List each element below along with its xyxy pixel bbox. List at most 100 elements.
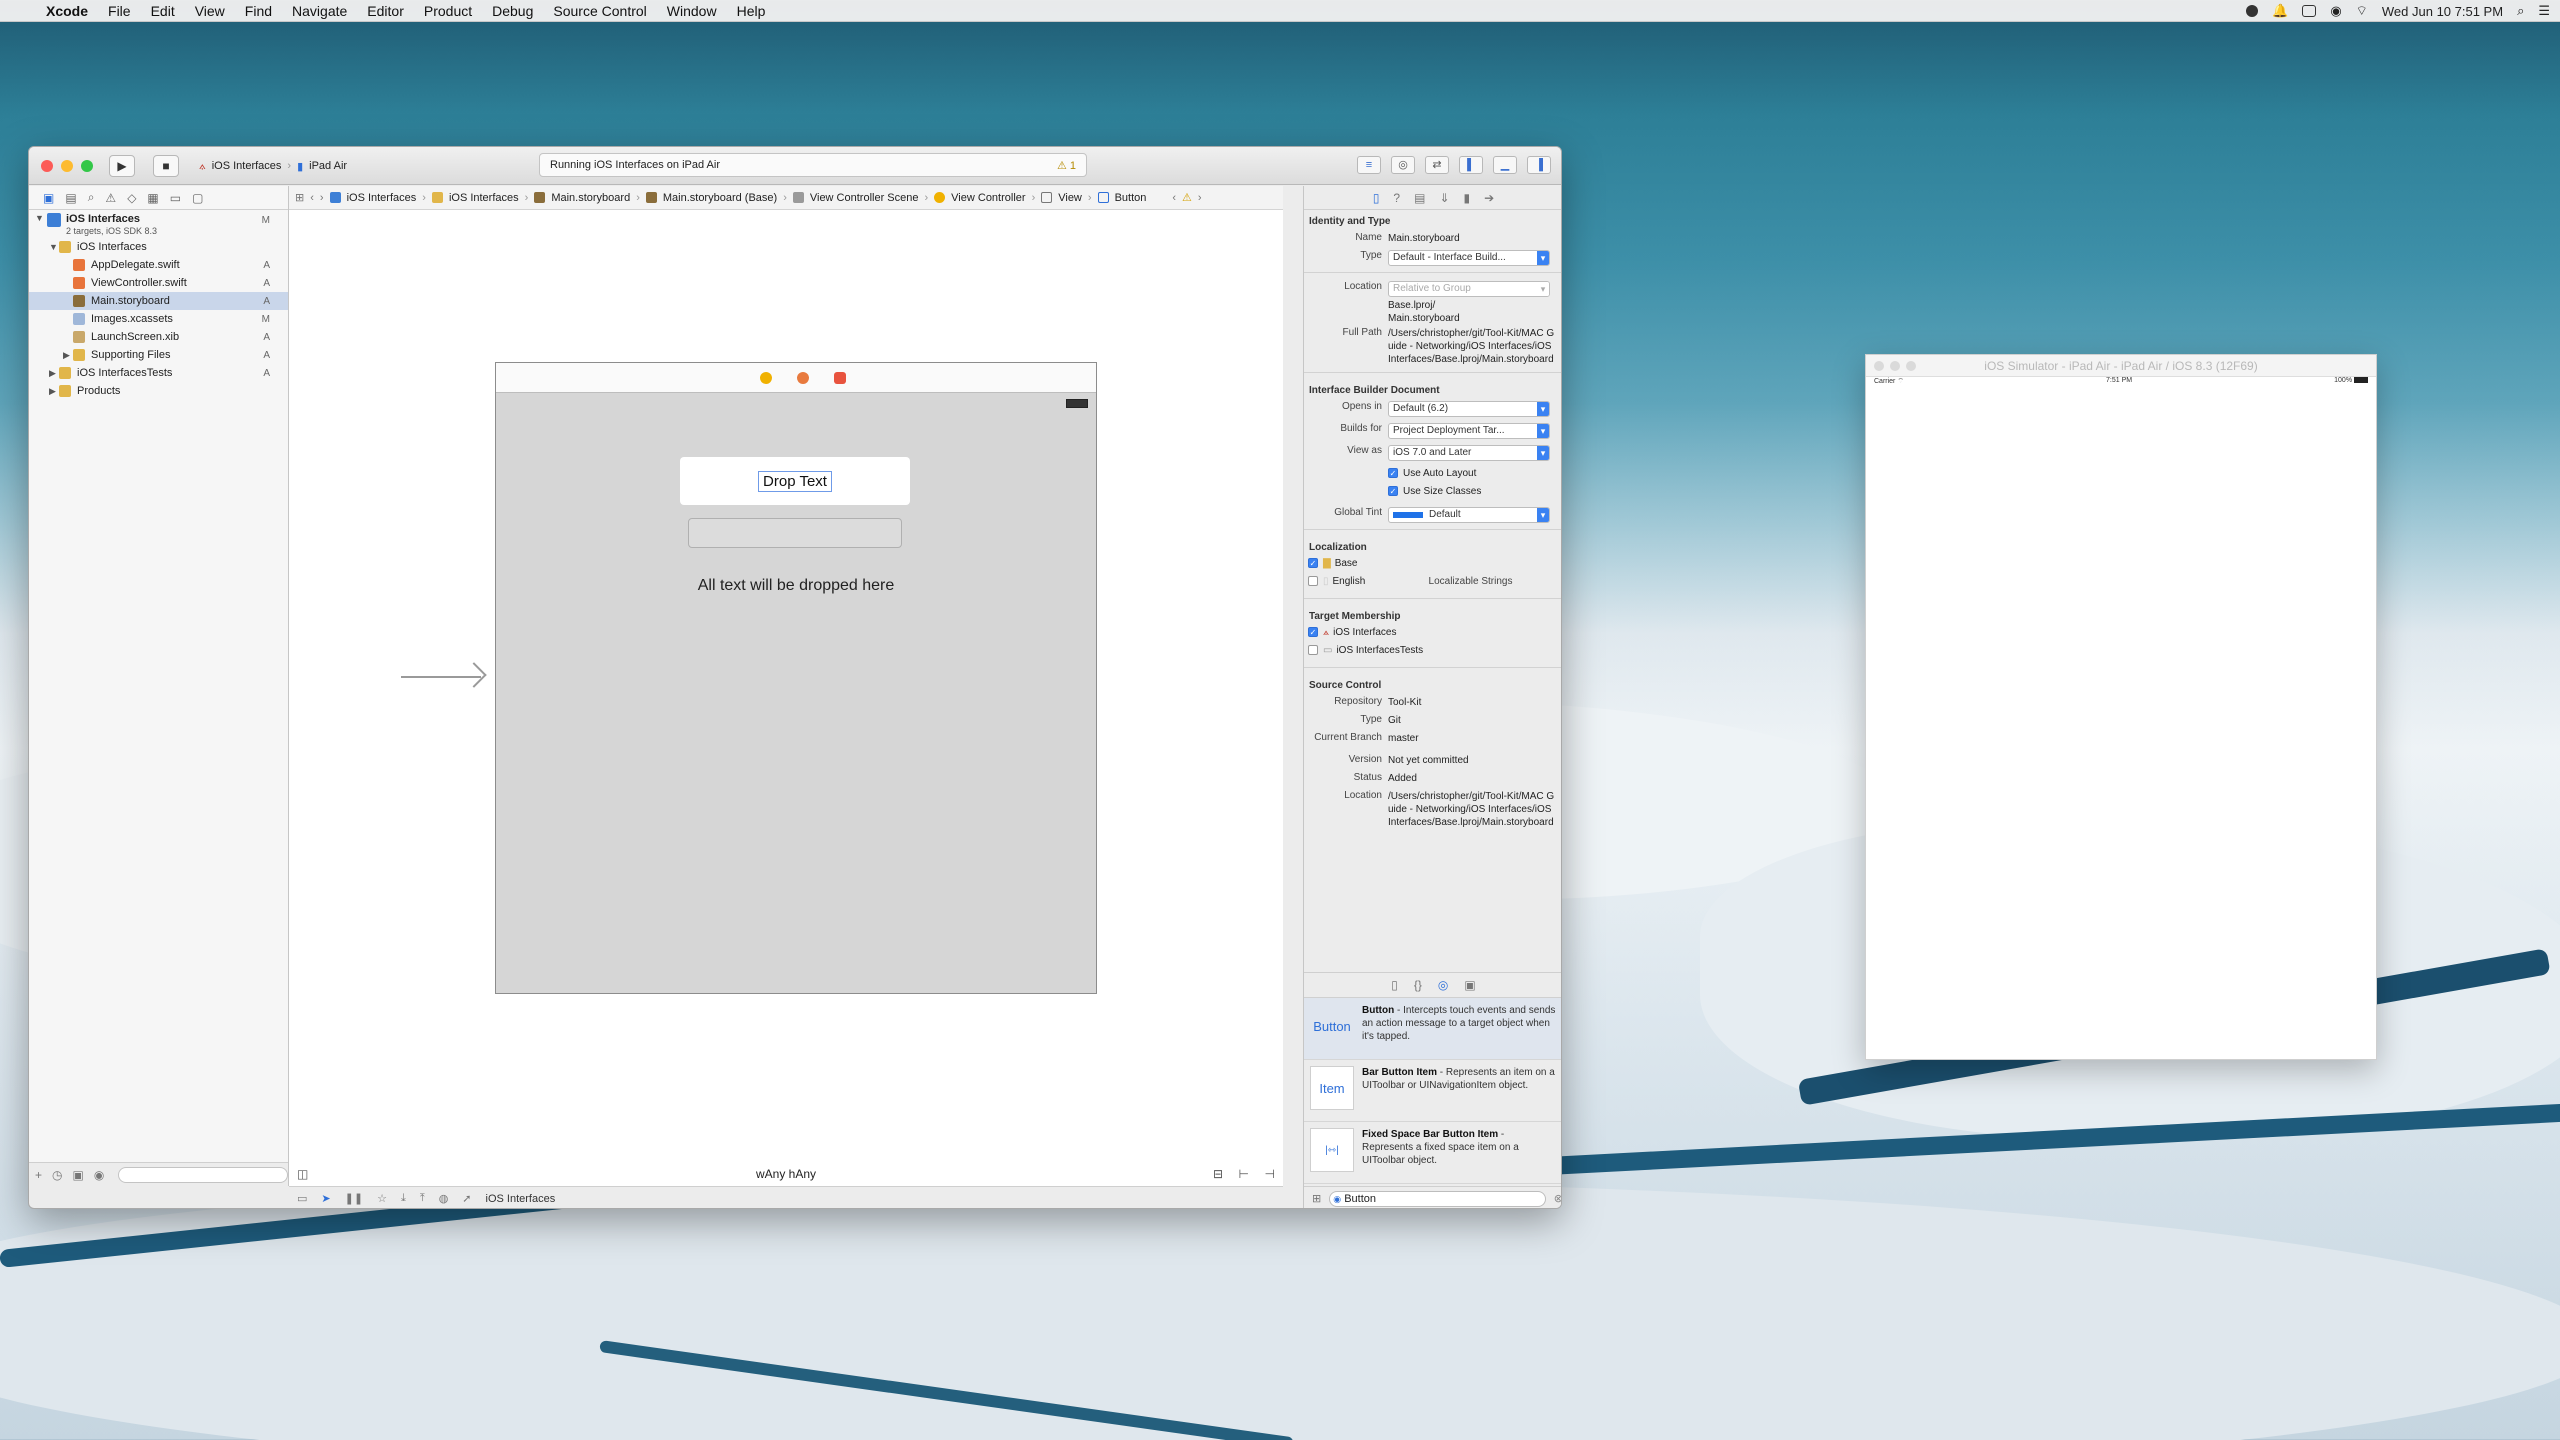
menu-window[interactable]: Window <box>657 3 727 19</box>
library-filter-input[interactable]: ◉ Button <box>1329 1190 1546 1207</box>
library-item-bar-button-item[interactable]: Item Bar Button Item - Represents an ite… <box>1304 1060 1561 1122</box>
back-icon[interactable]: ‹ <box>310 192 314 204</box>
ios-interfaces-tests-target-checkbox[interactable] <box>1308 645 1318 655</box>
file-type-popup[interactable]: Default - Interface Build... <box>1388 250 1550 266</box>
size-classes-checkbox[interactable]: ✓ <box>1388 486 1398 497</box>
view-controller-scene[interactable]: Drop Text All text will be dropped here <box>495 362 1097 994</box>
issue-navigator-icon[interactable]: ⚠ <box>105 191 116 205</box>
file-inspector-icon[interactable]: ▯ <box>1373 191 1380 205</box>
spotlight-icon[interactable]: ⌕ <box>2517 3 2524 19</box>
drop-text-button[interactable]: Drop Text <box>758 470 832 492</box>
jump-button[interactable]: Button <box>1115 192 1147 204</box>
jump-view-controller[interactable]: View Controller <box>951 192 1025 204</box>
jump-storyboard[interactable]: Main.storyboard <box>551 192 630 204</box>
recent-files-icon[interactable]: ◷ <box>52 1168 62 1182</box>
menu-edit[interactable]: Edit <box>141 3 185 19</box>
initial-view-controller-arrow[interactable] <box>401 676 481 678</box>
debug-area-toggle-icon[interactable]: ▁ <box>1493 156 1517 174</box>
tree-item[interactable]: ViewController.swift A <box>29 274 288 292</box>
location-popup[interactable]: Relative to Group <box>1388 281 1550 297</box>
close-window-button[interactable] <box>1874 361 1884 371</box>
view-controller-icon[interactable] <box>760 372 772 384</box>
next-issue-icon[interactable]: › <box>1198 192 1202 204</box>
view-as-popup[interactable]: iOS 7.0 and Later <box>1388 445 1550 461</box>
test-navigator-icon[interactable]: ◇ <box>127 191 136 205</box>
menu-find[interactable]: Find <box>235 3 282 19</box>
standard-editor-icon[interactable]: ≡ <box>1357 156 1381 174</box>
menu-view[interactable]: View <box>185 3 235 19</box>
step-out-icon[interactable]: ⤒ <box>420 1192 425 1205</box>
minimize-window-button[interactable] <box>1890 361 1900 371</box>
file-template-library-icon[interactable]: ▯ <box>1391 978 1398 992</box>
scm-filter-icon[interactable]: ▣ <box>73 1168 84 1182</box>
minimize-window-button[interactable] <box>61 160 73 172</box>
menu-debug[interactable]: Debug <box>482 3 543 19</box>
ios-interfaces-target-checkbox[interactable]: ✓ <box>1308 627 1318 637</box>
tree-item[interactable]: LaunchScreen.xib A <box>29 328 288 346</box>
stack-icon[interactable]: ⊟ <box>1213 1167 1223 1181</box>
grid-view-icon[interactable]: ⊞ <box>1312 1192 1321 1205</box>
report-navigator-icon[interactable]: ▢ <box>192 191 203 205</box>
jump-view[interactable]: View <box>1058 192 1082 204</box>
menu-file[interactable]: File <box>98 3 141 19</box>
library-item-button[interactable]: Button Button - Intercepts touch events … <box>1304 998 1561 1060</box>
version-editor-icon[interactable]: ⇄ <box>1425 156 1449 174</box>
disclosure-closed-icon[interactable]: ▶ <box>49 386 59 397</box>
first-responder-icon[interactable] <box>797 372 809 384</box>
related-items-icon[interactable]: ⊞ <box>295 191 304 204</box>
step-in-icon[interactable]: ⤓ <box>401 1192 406 1205</box>
clear-filter-icon[interactable]: ⊗ <box>1554 1192 1561 1205</box>
size-inspector-icon[interactable]: ▮ <box>1464 191 1471 205</box>
prev-issue-icon[interactable]: ‹ <box>1172 192 1176 204</box>
disclosure-closed-icon[interactable]: ▶ <box>63 350 73 361</box>
warning-icon[interactable]: ⚠ <box>1182 191 1192 204</box>
clock[interactable]: Wed Jun 10 7:51 PM <box>2382 4 2503 19</box>
menu-editor[interactable]: Editor <box>357 3 414 19</box>
tree-item[interactable]: ▶ iOS InterfacesTests A <box>29 364 288 382</box>
airplay-icon[interactable] <box>2302 5 2317 17</box>
disclosure-open-icon[interactable]: ▼ <box>49 242 59 252</box>
storyboard-canvas[interactable]: Drop Text All text will be dropped here <box>289 210 1283 1162</box>
menu-app[interactable]: Xcode <box>36 3 98 19</box>
menu-source-control[interactable]: Source Control <box>543 3 656 19</box>
tree-item[interactable]: ▶ Supporting Files A <box>29 346 288 364</box>
utilities-toggle-icon[interactable]: ▐ <box>1527 156 1551 174</box>
attributes-inspector-icon[interactable]: ⇓ <box>1439 191 1449 205</box>
run-button[interactable]: ▶ <box>109 155 135 177</box>
tree-item[interactable]: AppDelegate.swift A <box>29 256 288 274</box>
menu-product[interactable]: Product <box>414 3 482 19</box>
zoom-window-button[interactable] <box>81 160 93 172</box>
jump-scene[interactable]: View Controller Scene <box>810 192 919 204</box>
pin-icon[interactable]: ⊢ <box>1239 1167 1249 1181</box>
size-class-control[interactable]: wAny hAny <box>289 1167 1283 1181</box>
tree-item[interactable]: Images.xcassets M <box>29 310 288 328</box>
resolve-autolayout-icon[interactable]: ⊣ <box>1265 1167 1275 1181</box>
eye-icon[interactable]: ◉ <box>2330 3 2341 19</box>
jump-group[interactable]: iOS Interfaces <box>449 192 519 204</box>
navigator-filter-input[interactable] <box>118 1166 288 1183</box>
zoom-window-button[interactable] <box>1906 361 1916 371</box>
quick-help-icon[interactable]: ? <box>1393 191 1400 205</box>
find-navigator-icon[interactable]: ⌕ <box>88 190 95 205</box>
base-localization-checkbox[interactable]: ✓ <box>1308 558 1318 568</box>
exit-icon[interactable] <box>834 372 846 384</box>
debug-navigator-icon[interactable]: ▦ <box>147 191 158 205</box>
file-name-value[interactable]: Main.storyboard <box>1388 232 1561 245</box>
opens-in-popup[interactable]: Default (6.2) <box>1388 401 1550 417</box>
connections-inspector-icon[interactable]: ➔ <box>1484 191 1494 205</box>
project-navigator-icon[interactable]: ▣ <box>43 191 54 205</box>
breakpoint-navigator-icon[interactable]: ▭ <box>170 191 181 205</box>
warning-badge[interactable]: ⚠ 1 <box>1057 159 1076 172</box>
object-library-icon[interactable]: ◎ <box>1438 978 1448 992</box>
builds-for-popup[interactable]: Project Deployment Tar... <box>1388 423 1550 439</box>
debug-target[interactable]: iOS Interfaces <box>486 1193 556 1205</box>
disclosure-closed-icon[interactable]: ▶ <box>49 368 59 379</box>
media-library-icon[interactable]: ▣ <box>1464 978 1475 992</box>
identity-inspector-icon[interactable]: ▤ <box>1414 191 1425 205</box>
notification-icon[interactable]: 🔔 <box>2272 3 2288 19</box>
step-over-icon[interactable]: ☆ <box>377 1192 387 1205</box>
text-field[interactable] <box>688 518 902 548</box>
code-snippet-library-icon[interactable]: {} <box>1414 978 1422 992</box>
stop-button[interactable]: ■ <box>153 155 179 177</box>
auto-layout-checkbox[interactable]: ✓ <box>1388 468 1398 479</box>
